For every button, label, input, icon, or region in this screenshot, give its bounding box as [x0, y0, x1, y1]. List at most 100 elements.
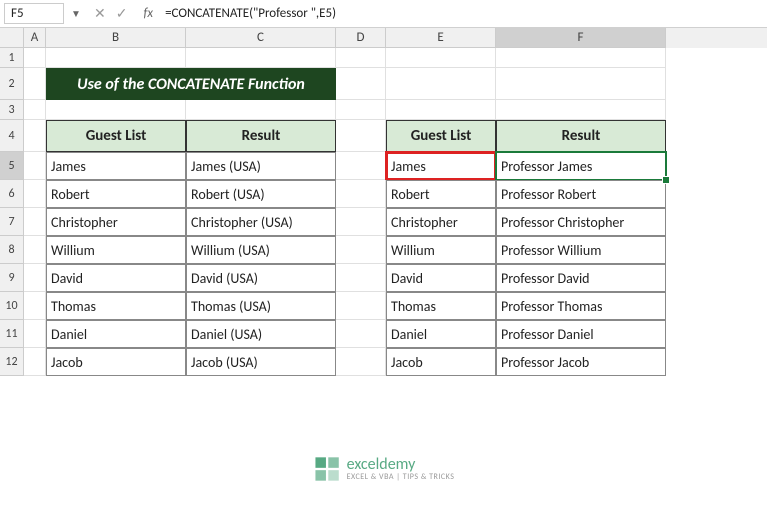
formula-input[interactable]: =CONCATENATE("Professor ",E5) — [159, 4, 767, 23]
cell[interactable] — [386, 68, 496, 100]
table2-guest[interactable]: Christopher — [386, 208, 496, 236]
table2-result[interactable]: Professor David — [496, 264, 666, 292]
row-header[interactable]: 3 — [0, 100, 24, 120]
row-header[interactable]: 6 — [0, 180, 24, 208]
cell[interactable] — [336, 320, 386, 348]
table1-result[interactable]: Robert (USA) — [186, 180, 336, 208]
table2-result[interactable]: Professor Christopher — [496, 208, 666, 236]
enter-icon[interactable]: ✓ — [116, 5, 128, 22]
cell[interactable] — [24, 208, 46, 236]
cell[interactable] — [24, 264, 46, 292]
table2-result[interactable]: Professor Daniel — [496, 320, 666, 348]
table2-result[interactable]: Professor Jacob — [496, 348, 666, 376]
col-header-a[interactable]: A — [24, 28, 46, 48]
row-header[interactable]: 1 — [0, 48, 24, 68]
table1-result[interactable]: Thomas (USA) — [186, 292, 336, 320]
table1-guest[interactable]: Jacob — [46, 348, 186, 376]
table1-result[interactable]: Willium (USA) — [186, 236, 336, 264]
table1-guest[interactable]: Robert — [46, 180, 186, 208]
row-header[interactable]: 10 — [0, 292, 24, 320]
cell[interactable] — [24, 100, 46, 120]
cell[interactable] — [186, 100, 336, 120]
table2-result[interactable]: Professor Willium — [496, 236, 666, 264]
row-header[interactable]: 11 — [0, 320, 24, 348]
table2-guest[interactable]: James — [386, 152, 496, 180]
col-header-b[interactable]: B — [46, 28, 186, 48]
table1-header-result[interactable]: Result — [186, 120, 336, 152]
cell[interactable] — [24, 348, 46, 376]
table2-guest[interactable]: Willium — [386, 236, 496, 264]
cell[interactable] — [496, 48, 666, 68]
fx-icon[interactable]: fx — [137, 6, 159, 21]
select-all-corner[interactable] — [0, 28, 24, 48]
cell[interactable] — [24, 48, 46, 68]
cell[interactable] — [24, 68, 46, 100]
cell[interactable] — [386, 48, 496, 68]
table1-result[interactable]: Jacob (USA) — [186, 348, 336, 376]
row-header[interactable]: 4 — [0, 120, 24, 152]
cell[interactable] — [336, 208, 386, 236]
fill-handle[interactable] — [662, 176, 670, 184]
table2-guest[interactable]: Daniel — [386, 320, 496, 348]
row-header[interactable]: 8 — [0, 236, 24, 264]
cell[interactable] — [186, 48, 336, 68]
table2-header-guest[interactable]: Guest List — [386, 120, 496, 152]
namebox-dropdown-icon[interactable]: ▼ — [68, 7, 84, 20]
table1-result[interactable]: James (USA) — [186, 152, 336, 180]
cell[interactable] — [336, 48, 386, 68]
row-header[interactable]: 9 — [0, 264, 24, 292]
table1-result[interactable]: Daniel (USA) — [186, 320, 336, 348]
cancel-icon[interactable]: ✕ — [94, 5, 106, 22]
table2-guest[interactable]: David — [386, 264, 496, 292]
watermark: exceldemy EXCEL & VBA | TIPS & TRICKS — [313, 455, 455, 483]
col-header-e[interactable]: E — [386, 28, 496, 48]
table2-header-result[interactable]: Result — [496, 120, 666, 152]
table1-result[interactable]: David (USA) — [186, 264, 336, 292]
table1-guest[interactable]: James — [46, 152, 186, 180]
cell[interactable] — [24, 236, 46, 264]
row-headers: 1 2 3 4 5 6 7 8 9 10 11 12 — [0, 48, 24, 376]
table1-header-guest[interactable]: Guest List — [46, 120, 186, 152]
cell[interactable] — [46, 100, 186, 120]
title-cell[interactable]: Use of the CONCATENATE Function — [46, 68, 336, 100]
cell[interactable] — [336, 236, 386, 264]
table2-result-active[interactable]: Professor James — [496, 152, 666, 180]
row-header[interactable]: 7 — [0, 208, 24, 236]
cell[interactable] — [336, 292, 386, 320]
cell[interactable] — [24, 152, 46, 180]
table2-guest[interactable]: Thomas — [386, 292, 496, 320]
cell[interactable] — [46, 48, 186, 68]
cell[interactable] — [336, 120, 386, 152]
table2-result[interactable]: Professor Thomas — [496, 292, 666, 320]
cell[interactable] — [386, 100, 496, 120]
table1-guest[interactable]: Willium — [46, 236, 186, 264]
name-box[interactable]: F5 — [4, 3, 64, 24]
cell[interactable] — [336, 68, 386, 100]
row-header[interactable]: 12 — [0, 348, 24, 376]
cell[interactable] — [336, 348, 386, 376]
cell[interactable] — [24, 120, 46, 152]
cell[interactable] — [496, 100, 666, 120]
table2-result[interactable]: Professor Robert — [496, 180, 666, 208]
table1-guest[interactable]: Christopher — [46, 208, 186, 236]
cell[interactable] — [24, 180, 46, 208]
row-header[interactable]: 2 — [0, 68, 24, 100]
table2-guest[interactable]: Robert — [386, 180, 496, 208]
col-header-c[interactable]: C — [186, 28, 336, 48]
col-header-d[interactable]: D — [336, 28, 386, 48]
col-header-f[interactable]: F — [496, 28, 666, 48]
table1-guest[interactable]: Daniel — [46, 320, 186, 348]
table1-guest[interactable]: Thomas — [46, 292, 186, 320]
cell[interactable] — [24, 320, 46, 348]
row-header[interactable]: 5 — [0, 152, 24, 180]
table1-guest[interactable]: David — [46, 264, 186, 292]
table1-result[interactable]: Christopher (USA) — [186, 208, 336, 236]
cell[interactable] — [336, 152, 386, 180]
spreadsheet-grid: A B C D E F 1 2 3 4 5 6 7 8 9 10 11 12 U… — [0, 28, 767, 376]
cell[interactable] — [336, 100, 386, 120]
cell[interactable] — [496, 68, 666, 100]
table2-guest[interactable]: Jacob — [386, 348, 496, 376]
cell[interactable] — [336, 180, 386, 208]
cell[interactable] — [24, 292, 46, 320]
cell[interactable] — [336, 264, 386, 292]
